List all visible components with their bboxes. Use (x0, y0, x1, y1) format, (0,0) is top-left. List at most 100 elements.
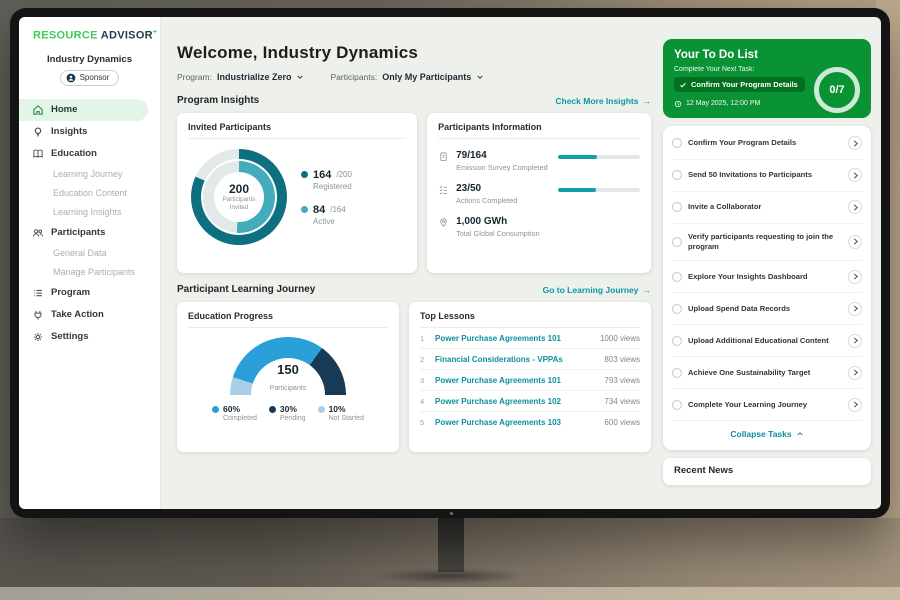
task-row-send-invitations[interactable]: Send 50 Invitations to Participants (672, 160, 862, 192)
stat-progress-track (558, 188, 640, 192)
legend-total: /200 (336, 170, 352, 179)
stat-value: 23/50 (456, 183, 517, 194)
task-checkbox[interactable] (672, 202, 682, 212)
chevron-right-icon[interactable] (848, 235, 862, 249)
task-label: Send 50 Invitations to Participants (688, 170, 842, 180)
task-checkbox[interactable] (672, 272, 682, 282)
invited-participants-donut: 200 Participants Invited (191, 149, 287, 245)
chevron-right-icon[interactable] (848, 200, 862, 214)
sidebar-item-label: Insights (51, 126, 87, 137)
survey-icon (438, 151, 449, 162)
sidebar-item-home[interactable]: Home (19, 99, 148, 121)
sidebar-item-settings[interactable]: Settings (19, 326, 160, 348)
task-row-explore-insights[interactable]: Explore Your Insights Dashboard (672, 261, 862, 293)
link-label: Go to Learning Journey (543, 285, 639, 295)
dashboard-screen: RESOURCE ADVISOR+ Industry Dynamics Spon… (19, 17, 881, 509)
chevron-down-icon (476, 73, 484, 81)
sidebar: RESOURCE ADVISOR+ Industry Dynamics Spon… (19, 17, 161, 509)
chevron-right-icon[interactable] (848, 302, 862, 316)
program-label: Program: (177, 72, 212, 82)
donut-center-label: Participants Invited (218, 196, 260, 212)
sidebar-item-education[interactable]: Education (19, 143, 160, 165)
card-title: Invited Participants (188, 122, 406, 139)
task-label: Achieve One Sustainability Target (688, 368, 842, 378)
task-checkbox[interactable] (672, 138, 682, 148)
next-task-pill[interactable]: Confirm Your Program Details (674, 77, 805, 92)
sidebar-item-participants[interactable]: Participants (19, 222, 160, 244)
education-icon (32, 148, 44, 160)
task-label: Invite a Collaborator (688, 202, 842, 212)
next-task-label: Confirm Your Program Details (691, 80, 798, 89)
task-row-upload-educational-content[interactable]: Upload Additional Educational Content (672, 325, 862, 357)
task-checkbox[interactable] (672, 170, 682, 180)
sidebar-item-learning-journey[interactable]: Learning Journey (19, 165, 160, 184)
sidebar-item-label: Education (51, 148, 97, 159)
lesson-link[interactable]: Power Purchase Agreements 103 (435, 418, 597, 427)
legend-not-started: 10% Not Started (318, 404, 364, 422)
lesson-link[interactable]: Power Purchase Agreements 101 (435, 376, 597, 385)
lesson-views: 734 views (604, 397, 640, 406)
task-label: Complete Your Learning Journey (688, 400, 842, 410)
card-title: Education Progress (188, 311, 388, 328)
lesson-link[interactable]: Financial Considerations - VPPAs (435, 355, 597, 364)
legend-value: 10% (329, 404, 346, 414)
sidebar-item-program[interactable]: Program (19, 282, 160, 304)
legend-dot-pending (269, 406, 276, 413)
stat-row-actions: 23/50 Actions Completed (438, 183, 640, 205)
participants-select[interactable]: Participants: Only My Participants (330, 72, 484, 82)
task-row-upload-spend-data[interactable]: Upload Spend Data Records (672, 293, 862, 325)
gauge-center: 150 Participants (230, 362, 346, 395)
legend-label: Registered (313, 182, 352, 191)
task-checkbox[interactable] (672, 304, 682, 314)
task-checkbox[interactable] (672, 237, 682, 247)
lesson-link[interactable]: Power Purchase Agreements 101 (435, 334, 593, 343)
todo-progress-label: 0/7 (829, 84, 844, 96)
chevron-right-icon[interactable] (848, 398, 862, 412)
sponsor-badge: Sponsor (60, 70, 120, 86)
actions-icon (438, 184, 449, 195)
settings-icon (32, 331, 44, 343)
next-task-time-label: 12 May 2025, 12:00 PM (686, 100, 760, 107)
task-checkbox[interactable] (672, 400, 682, 410)
task-checkbox[interactable] (672, 368, 682, 378)
lesson-views: 803 views (604, 355, 640, 364)
sidebar-item-education-content[interactable]: Education Content (19, 184, 160, 203)
lesson-link[interactable]: Power Purchase Agreements 102 (435, 397, 597, 406)
arrow-right-icon: → (643, 285, 652, 295)
go-to-learning-journey-link[interactable]: Go to Learning Journey → (543, 285, 651, 295)
chevron-right-icon[interactable] (848, 366, 862, 380)
task-checkbox[interactable] (672, 336, 682, 346)
chevron-right-icon[interactable] (848, 168, 862, 182)
main-area: Welcome, Industry Dynamics Program: Indu… (161, 17, 881, 509)
gauge-center-value: 150 (230, 362, 346, 377)
task-row-verify-participants[interactable]: Verify participants requesting to join t… (672, 224, 862, 262)
task-row-invite-collaborator[interactable]: Invite a Collaborator (672, 192, 862, 224)
collapse-label: Collapse Tasks (730, 429, 791, 439)
chevron-right-icon[interactable] (848, 334, 862, 348)
legend-value: 30% (280, 404, 297, 414)
task-row-achieve-target[interactable]: Achieve One Sustainability Target (672, 357, 862, 389)
program-select[interactable]: Program: Industrialize Zero (177, 72, 304, 82)
chevron-right-icon[interactable] (848, 136, 862, 150)
education-progress-card: Education Progress 150 Participants (177, 302, 399, 452)
sidebar-item-general-data[interactable]: General Data (19, 244, 160, 263)
chevron-right-icon[interactable] (848, 270, 862, 284)
task-row-confirm-program[interactable]: Confirm Your Program Details (672, 128, 862, 160)
desk-edge (0, 587, 900, 600)
monitor-bezel: RESOURCE ADVISOR+ Industry Dynamics Spon… (10, 8, 890, 518)
check-more-insights-link[interactable]: Check More Insights → (555, 96, 651, 106)
lesson-number: 1 (420, 334, 428, 343)
legend-label: Pending (280, 415, 306, 422)
sidebar-item-learning-insights[interactable]: Learning Insights (19, 203, 160, 222)
task-row-complete-learning-journey[interactable]: Complete Your Learning Journey (672, 389, 862, 421)
lesson-number: 4 (420, 397, 428, 406)
lesson-row: 5 Power Purchase Agreements 103 600 view… (420, 412, 640, 432)
sidebar-item-insights[interactable]: Insights (19, 121, 160, 143)
sidebar-item-manage-participants[interactable]: Manage Participants (19, 263, 160, 282)
collapse-tasks-button[interactable]: Collapse Tasks (672, 421, 862, 448)
sidebar-item-take-action[interactable]: Take Action (19, 304, 160, 326)
donut-center: 200 Participants Invited (214, 172, 264, 222)
legend-active: 84 /164 Active (301, 204, 352, 226)
insights-icon (32, 126, 44, 138)
card-title: Top Lessons (420, 311, 640, 328)
